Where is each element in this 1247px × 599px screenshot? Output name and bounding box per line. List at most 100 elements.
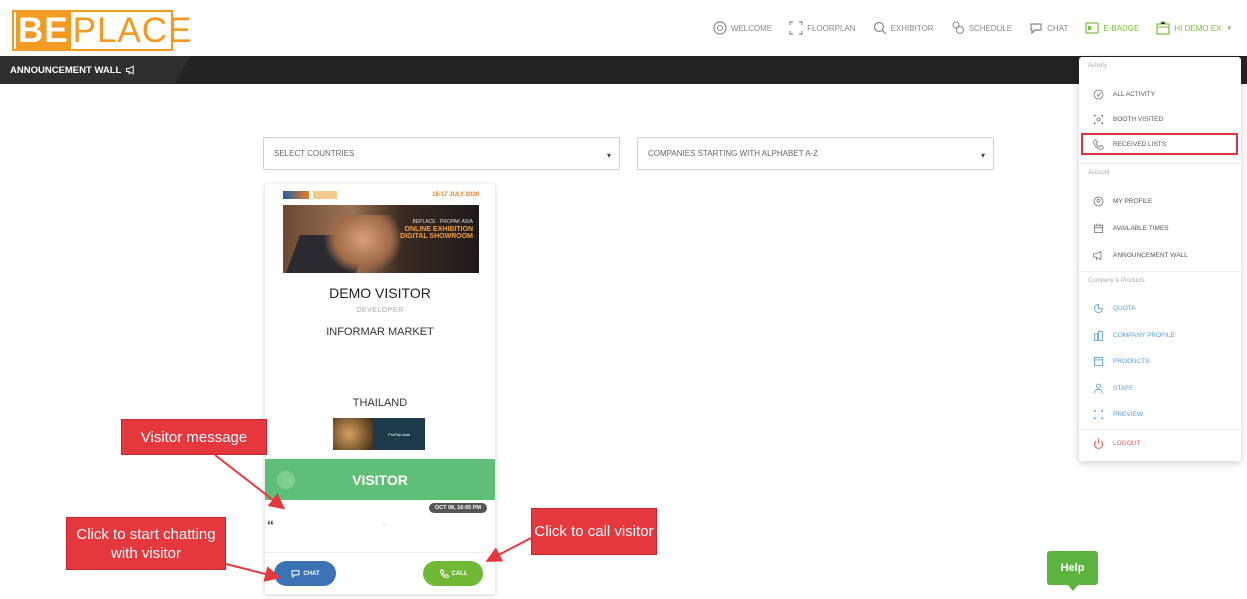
announcement-wall-tab[interactable]: ANNOUNCEMENT WALL (0, 56, 190, 84)
announcement-wall-label: ANNOUNCEMENT WALL (10, 64, 122, 76)
hand-graphic (323, 215, 403, 273)
chat-icon (291, 570, 300, 579)
nav-welcome[interactable]: WELCOME (712, 20, 772, 36)
menu-received-lists[interactable]: RECEIVED LISTS (1081, 133, 1238, 155)
event-banner: 15-17 JULY 2020 BEPLACE · PROPAK ASIA ON… (283, 188, 479, 273)
visitor-card: 15-17 JULY 2020 BEPLACE · PROPAK ASIA ON… (265, 184, 495, 594)
event-logos (283, 191, 337, 199)
nav-user-menu[interactable]: HI DEMO EX ▾ (1155, 20, 1231, 36)
nav-floorplan[interactable]: FLOORPLAN (788, 20, 856, 36)
menu-booth-visited-label: BOOTH VISITED (1113, 115, 1164, 123)
preview-icon (1094, 409, 1103, 419)
menu-separator (1079, 429, 1241, 430)
banner-image: BEPLACE · PROPAK ASIA ONLINE EXHIBITION … (283, 205, 479, 273)
company-section-title: Company & Products (1088, 278, 1145, 284)
chevron-down-icon: ▾ (1227, 25, 1231, 32)
call-list-icon (1093, 138, 1104, 150)
menu-staff-label: STAFF (1113, 384, 1134, 392)
alphabet-select[interactable]: COMPANIES STARTING WITH ALPHABET A-Z ▾ (637, 137, 994, 170)
nav-welcome-label: WELCOME (730, 23, 773, 33)
nav-exhibitor-label: EXHIBITOR (890, 23, 934, 33)
profile-icon (1093, 196, 1104, 206)
banner-line1: BEPLACE · PROPAK ASIA (412, 219, 474, 225)
small-banner-image (333, 418, 373, 450)
help-button[interactable]: Help (1047, 551, 1098, 591)
menu-separator (1079, 163, 1241, 164)
menu-received-lists-label: RECEIVED LISTS (1113, 140, 1167, 148)
countries-select[interactable]: SELECT COUNTRIES ▾ (263, 137, 620, 170)
countries-select-value: SELECT COUNTRIES (274, 149, 355, 158)
propak-logo (283, 191, 309, 199)
visitor-company: INFORMAR MARKET (326, 326, 434, 338)
menu-staff[interactable]: STAFF (1086, 377, 1236, 399)
store-icon (1156, 21, 1170, 35)
nav-ebadge-label: E-BADGE (1103, 23, 1140, 33)
menu-available-times-label: AVAILABLE TIMES (1113, 224, 1169, 232)
partner-logo (313, 191, 337, 199)
menu-quota-label: QUOTA (1113, 304, 1136, 312)
visitor-name: DEMO VISITOR (329, 285, 431, 301)
company-icon (1094, 330, 1103, 341)
nav-schedule-label: SCHEDULE (968, 23, 1013, 33)
menu-my-profile-label: MY PROFILE (1113, 197, 1153, 205)
menu-preview[interactable]: PREVIEW (1086, 403, 1236, 425)
menu-all-activity-label: ALL ACTIVITY (1113, 90, 1156, 98)
logo-be: BE (16, 11, 71, 50)
menu-logout[interactable]: LOGOUT (1086, 432, 1236, 454)
menu-logout-label: LOGOUT (1113, 439, 1141, 447)
caret-down-icon: ▾ (606, 151, 611, 160)
chat-button[interactable]: CHAT (274, 561, 336, 586)
nav-chat-label: CHAT (1047, 23, 1069, 33)
announcement-bar: ANNOUNCEMENT WALL (0, 56, 1247, 84)
nav-floorplan-label: FLOORPLAN (807, 23, 856, 33)
menu-announcement-wall-label: ANNOUNCEMENT WALL (1113, 251, 1188, 259)
logo-place: PLACE (72, 11, 193, 50)
message-time-badge: OCT 08, 16:05 PM (428, 503, 487, 513)
calendar-icon (1094, 223, 1103, 233)
menu-quota[interactable]: QUOTA (1086, 297, 1236, 319)
visitor-country: THAILAND (352, 397, 408, 409)
visitor-message: – (382, 520, 387, 529)
call-button[interactable]: CALL (423, 561, 483, 586)
chat-icon (1030, 23, 1042, 35)
badge-icon (1085, 22, 1099, 34)
quote-icon: “ (267, 517, 274, 533)
menu-announcement-wall[interactable]: ANNOUNCEMENT WALL (1086, 244, 1236, 266)
beplace-logo[interactable]: BE PLACE (12, 10, 191, 51)
menu-products-label: PRODUCTS (1113, 357, 1150, 365)
menu-products[interactable]: PRODUCTS (1086, 350, 1236, 372)
banner-line2: ONLINE EXHIBITION (404, 226, 473, 233)
card-divider (265, 552, 495, 553)
call-button-label: CALL (451, 570, 468, 577)
menu-all-activity[interactable]: ALL ACTIVITY (1086, 83, 1236, 105)
booth-icon (1094, 114, 1103, 124)
menu-booth-visited[interactable]: BOOTH VISITED (1086, 108, 1236, 130)
visitor-type-icon (277, 471, 295, 489)
menu-my-profile[interactable]: MY PROFILE (1086, 190, 1236, 212)
activity-section-title: Activity (1088, 63, 1108, 69)
staff-icon (1094, 383, 1103, 393)
activity-icon (1093, 89, 1104, 99)
banner-text: BEPLACE · PROPAK ASIA ONLINE EXHIBITION … (400, 219, 473, 240)
quota-icon (1094, 303, 1103, 313)
top-header: BE PLACE WELCOME FLOORPLAN EXHIBITOR SCH… (0, 0, 1247, 56)
menu-separator (1079, 271, 1241, 272)
visitor-role: DEVELOPER (356, 307, 404, 314)
nav-ebadge[interactable]: E-BADGE (1084, 20, 1139, 36)
products-icon (1094, 356, 1103, 366)
phone-icon (439, 568, 449, 579)
callout-call-visitor: Click to call visitor (531, 508, 657, 555)
menu-company-profile-label: COMPANY PROFILE (1113, 331, 1175, 339)
caret-down-icon: ▾ (980, 151, 985, 160)
schedule-icon (952, 21, 964, 34)
megaphone-icon (1093, 250, 1102, 260)
nav-chat[interactable]: CHAT (1028, 20, 1068, 36)
nav-exhibitor[interactable]: EXHIBITOR (872, 20, 934, 36)
account-section-title: Account (1088, 170, 1110, 176)
visitor-type-label: VISITOR (352, 471, 408, 488)
menu-available-times[interactable]: AVAILABLE TIMES (1086, 217, 1236, 239)
nav-schedule[interactable]: SCHEDULE (950, 20, 1013, 36)
user-dropdown-menu: Activity ALL ACTIVITY BOOTH VISITED RECE… (1079, 57, 1241, 461)
menu-company-profile[interactable]: COMPANY PROFILE (1086, 324, 1236, 346)
banner-line3: DIGITAL SHOWROOM (400, 233, 473, 240)
